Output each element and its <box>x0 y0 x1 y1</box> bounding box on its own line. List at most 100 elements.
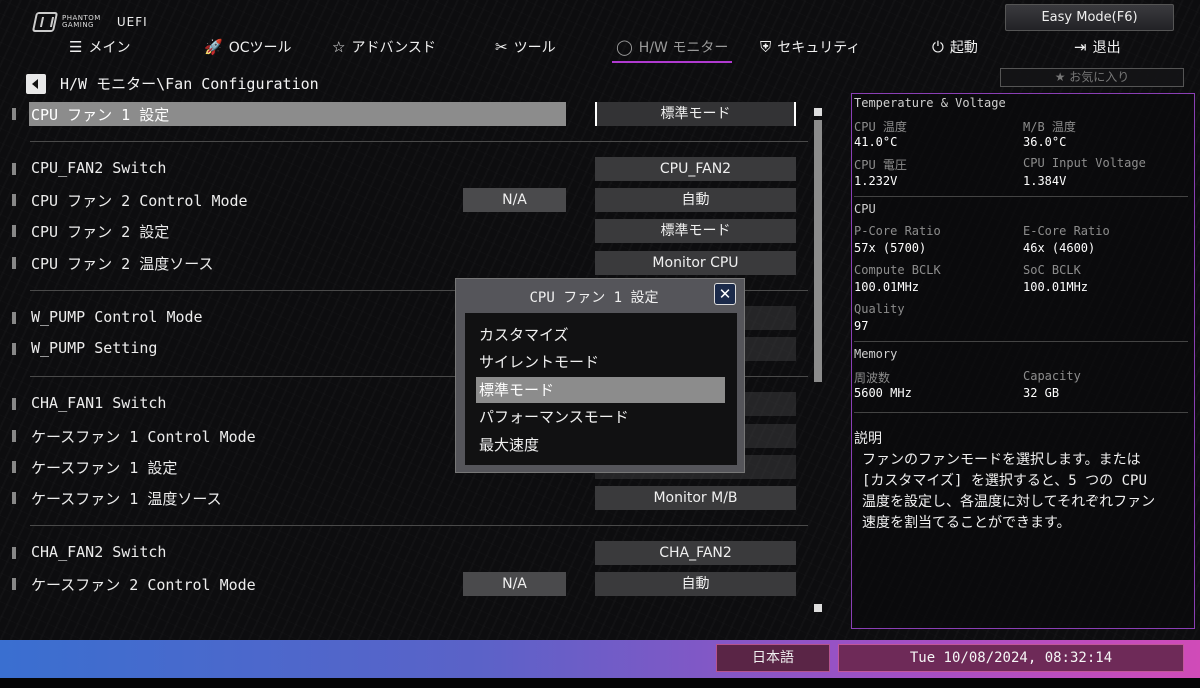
setting-label: ケースファン 1 設定 <box>31 459 178 477</box>
panel-divider <box>854 196 1188 197</box>
setting-value-dropdown[interactable]: 標準モード <box>595 102 796 126</box>
row-marker <box>12 257 16 269</box>
setting-value-dropdown[interactable]: 自動 <box>595 188 796 212</box>
divider <box>30 141 808 142</box>
row-marker <box>12 578 16 590</box>
row-marker <box>12 108 16 120</box>
setting-cha-fan2-switch[interactable]: CHA_FAN2 Switch CHA_FAN2 <box>12 541 802 565</box>
settings-scrollbar[interactable] <box>814 108 822 612</box>
scroll-thumb[interactable] <box>814 120 822 382</box>
setting-cpu-fan2-temp-source[interactable]: CPU ファン 2 温度ソース Monitor CPU <box>12 251 802 275</box>
setting-label: CPU_FAN2 Switch <box>31 159 167 177</box>
e-core-ratio-value: 46x (4600) <box>1023 241 1096 255</box>
option-silent-mode[interactable]: サイレントモード <box>476 349 725 375</box>
setting-case-fan1-temp-source[interactable]: ケースファン 1 温度ソース Monitor M/B <box>12 486 802 510</box>
option-customize[interactable]: カスタマイズ <box>476 322 725 348</box>
cpu-voltage-value: 1.232V <box>854 174 898 188</box>
p-core-ratio-value: 57x (5700) <box>854 241 927 255</box>
e-core-ratio-label: E-Core Ratio <box>1023 224 1110 238</box>
quality-value: 97 <box>854 319 869 333</box>
easy-mode-button[interactable]: Easy Mode(F6) <box>1005 4 1174 31</box>
cpu-temp-label: CPU 温度 <box>854 120 907 134</box>
row-marker <box>12 430 16 442</box>
nav-exit[interactable]: ⇥ 退出 <box>1074 34 1121 60</box>
nav-oc-tweaker[interactable]: 🚀 OCツール <box>204 34 291 60</box>
row-marker <box>12 398 16 410</box>
logo: PHANTOM GAMING UEFI <box>31 12 148 32</box>
nav-advanced[interactable]: ☆ アドバンスド <box>332 34 436 60</box>
divider <box>30 525 808 526</box>
back-arrow-icon[interactable] <box>26 73 46 94</box>
setting-value-dropdown[interactable]: 標準モード <box>595 219 796 243</box>
scroll-up-arrow-icon[interactable] <box>814 108 822 116</box>
memory-frequency-label: 周波数 <box>854 371 891 385</box>
setting-value-dropdown[interactable]: CHA_FAN2 <box>595 541 796 565</box>
row-marker <box>12 461 16 473</box>
row-marker <box>12 194 16 206</box>
cpu-temp-value: 41.0°C <box>854 135 898 149</box>
panel-divider <box>854 412 1188 413</box>
scroll-down-arrow-icon[interactable] <box>814 604 822 612</box>
logo-line2: GAMING <box>62 21 94 29</box>
setting-label: CHA_FAN2 Switch <box>31 543 167 561</box>
nav-main[interactable]: ☰ メイン <box>69 34 130 60</box>
setting-label: CPU ファン 2 温度ソース <box>31 255 214 273</box>
setting-case-fan2-control-mode[interactable]: ケースファン 2 Control Mode N/A 自動 <box>12 572 802 596</box>
compute-bclk-label: Compute BCLK <box>854 263 941 277</box>
memory-capacity-label: Capacity <box>1023 369 1081 383</box>
fan-status-readout: N/A <box>463 188 566 212</box>
uefi-label: UEFI <box>116 15 148 29</box>
panel-divider <box>854 341 1188 342</box>
setting-cpu-fan2-control-mode[interactable]: CPU ファン 2 Control Mode N/A 自動 <box>12 188 802 212</box>
hw-status-panel: Temperature & Voltage CPU 温度 41.0°C M/B … <box>851 93 1195 629</box>
fan-mode-dialog: CPU ファン 1 設定 ✕ カスタマイズ サイレントモード 標準モード パフォ… <box>455 278 745 473</box>
fan-status-readout: N/A <box>463 572 566 596</box>
setting-cpu-fan2-switch[interactable]: CPU_FAN2 Switch CPU_FAN2 <box>12 157 802 181</box>
memory-capacity-value: 32 GB <box>1023 386 1060 400</box>
language-button[interactable]: 日本語 <box>716 644 830 672</box>
row-marker <box>12 343 16 355</box>
p-core-ratio-label: P-Core Ratio <box>854 224 941 238</box>
list-icon: ☰ <box>69 38 83 56</box>
memory-frequency-value: 5600 MHz <box>854 386 912 400</box>
nav-tool[interactable]: ✂ ツール <box>495 34 556 60</box>
row-marker <box>12 163 16 175</box>
soc-bclk-value: 100.01MHz <box>1023 280 1089 294</box>
nav-label: アドバンスド <box>351 40 436 56</box>
nav-label: ツール <box>513 40 556 56</box>
cpu-voltage-label: CPU 電圧 <box>854 158 907 172</box>
nav-label: メイン <box>88 40 131 56</box>
nav-hw-monitor[interactable]: ◯ H/W モニター <box>611 34 733 63</box>
fan-mode-options: カスタマイズ サイレントモード 標準モード パフォーマンスモード 最大速度 <box>465 313 737 465</box>
breadcrumb: H/W モニター\Fan Configuration <box>26 73 319 94</box>
compute-bclk-value: 100.01MHz <box>854 280 920 294</box>
nav-security[interactable]: ⛨ セキュリティ <box>760 34 860 60</box>
breadcrumb-path: H/W モニター\Fan Configuration <box>60 75 319 93</box>
setting-label: CPU ファン 2 設定 <box>31 223 170 241</box>
nav-label: OCツール <box>228 40 292 56</box>
setting-value-dropdown[interactable]: Monitor CPU <box>595 251 796 275</box>
nav-label: 退出 <box>1092 40 1121 56</box>
option-full-speed[interactable]: 最大速度 <box>476 432 725 458</box>
setting-value-dropdown[interactable]: Monitor M/B <box>595 486 796 510</box>
option-performance-mode[interactable]: パフォーマンスモード <box>476 404 725 430</box>
setting-cpu-fan2-setting[interactable]: CPU ファン 2 設定 標準モード <box>12 219 802 243</box>
setting-cpu-fan1-setting[interactable]: CPU ファン 1 設定 標準モード <box>12 102 802 126</box>
setting-value-dropdown[interactable]: 自動 <box>595 572 796 596</box>
soc-bclk-label: SoC BCLK <box>1023 263 1081 277</box>
favorites-button[interactable]: ★ お気に入り <box>1000 68 1184 87</box>
nav-boot[interactable]: ⏻ 起動 <box>932 34 978 60</box>
status-bar: 日本語 Tue 10/08/2024, 08:32:14 <box>0 640 1200 678</box>
description-title: 説明 <box>854 431 882 447</box>
nav-label: 起動 <box>949 40 978 56</box>
star-icon: ☆ <box>332 38 346 56</box>
nav-label: H/W モニター <box>638 40 729 56</box>
nav-label: セキュリティ <box>777 40 861 56</box>
setting-value-dropdown[interactable]: CPU_FAN2 <box>595 157 796 181</box>
shield-icon: ⛨ <box>760 38 772 56</box>
logo-wordmark: PHANTOM GAMING <box>62 15 101 29</box>
setting-label: W_PUMP Setting <box>31 339 158 357</box>
option-standard-mode[interactable]: 標準モード <box>476 377 725 403</box>
row-marker <box>12 547 16 559</box>
close-icon[interactable]: ✕ <box>714 283 736 305</box>
